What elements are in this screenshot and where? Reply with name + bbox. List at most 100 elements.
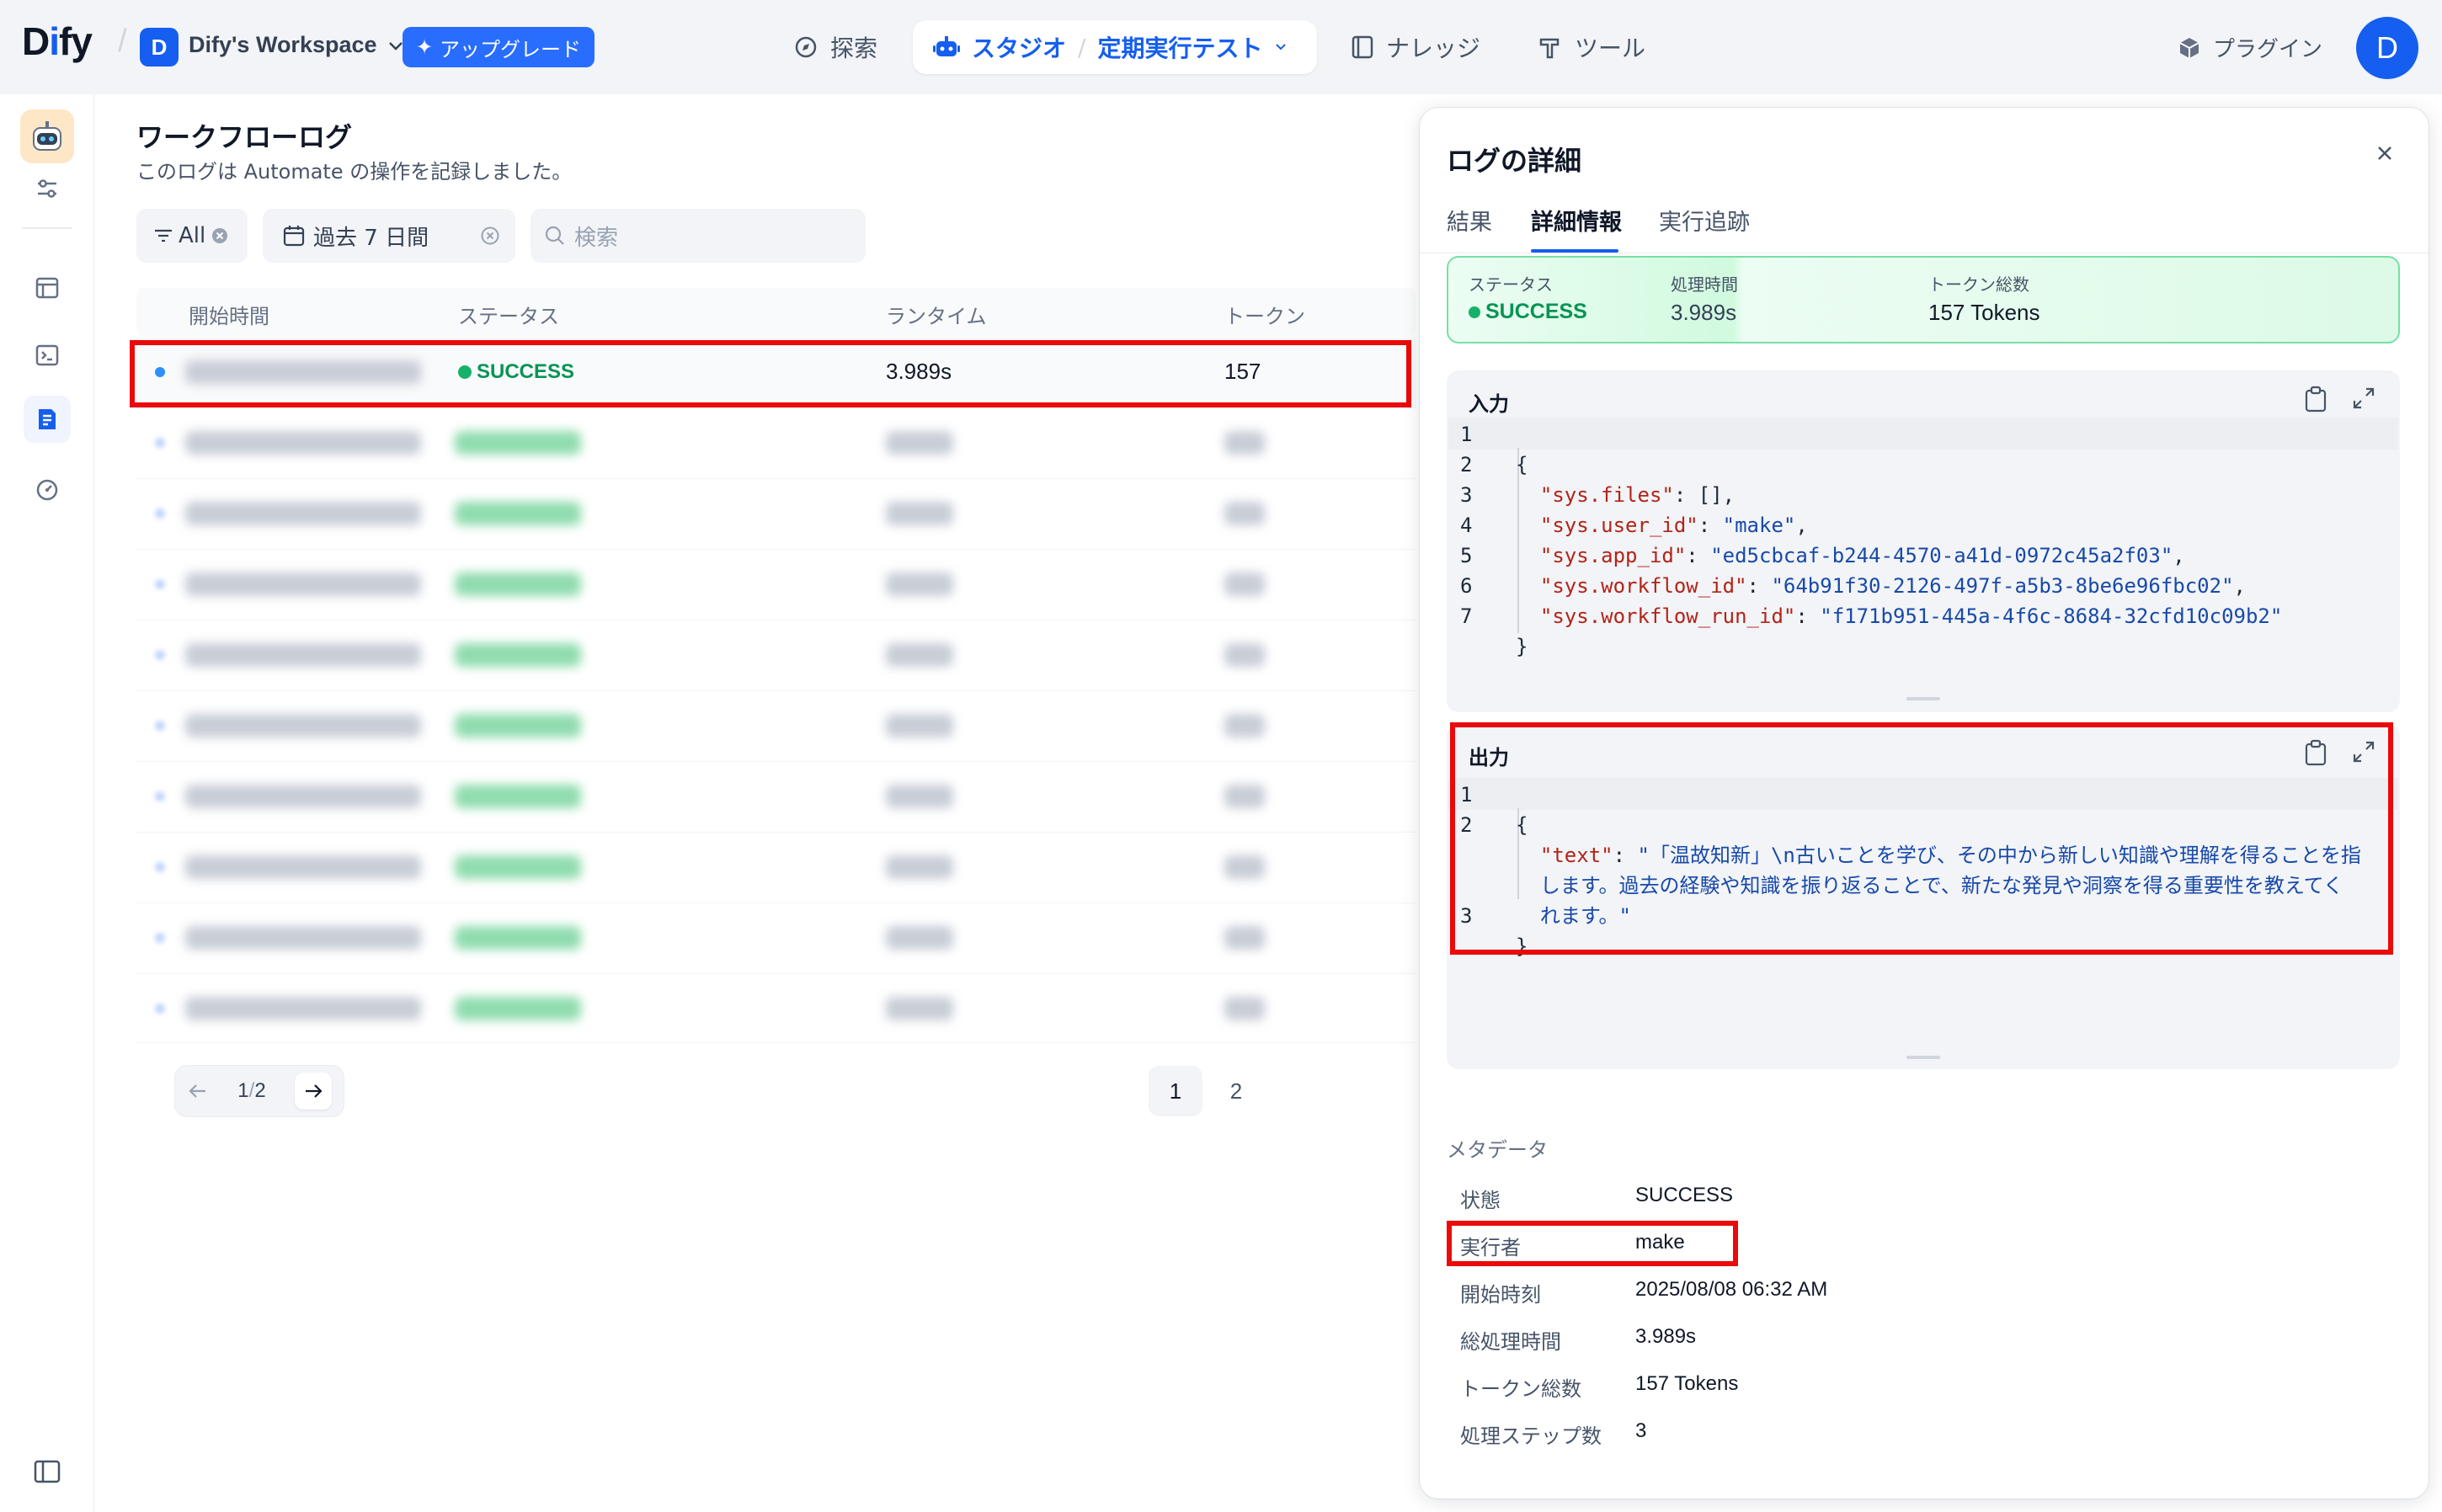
nav-studio[interactable]: スタジオ / 定期実行テスト (913, 20, 1317, 74)
workspace-avatar[interactable]: D (140, 28, 179, 67)
table-row[interactable] (185, 502, 421, 525)
search-icon (544, 225, 566, 247)
resize-handle[interactable] (1906, 1056, 1940, 1059)
row-dot (155, 650, 165, 660)
tokens-cell (1224, 997, 1265, 1020)
cube-icon (2178, 36, 2201, 60)
tokens-label: トークン総数 (1928, 274, 2029, 295)
meta-key-status: 状態 (1460, 1189, 1501, 1212)
tokens-cell (1224, 502, 1265, 525)
page-indicator: 1/2 (237, 1079, 266, 1102)
table-row[interactable] (185, 855, 421, 879)
workspace-name: Dify's Workspace (189, 32, 377, 57)
status-label: ステータス (1469, 274, 1553, 295)
run-summary-card (1447, 256, 2400, 343)
upgrade-label: アップグレード (440, 37, 582, 61)
expand-icon[interactable] (2351, 386, 2376, 411)
status-badge (455, 431, 581, 455)
clear-icon[interactable] (211, 226, 229, 245)
sidebar-toggle-icon[interactable] (24, 1448, 71, 1495)
tokens-cell (1224, 572, 1265, 596)
tokens-cell (1224, 926, 1265, 950)
sparkle-icon: ✦ (415, 35, 434, 59)
table-row[interactable] (185, 926, 421, 950)
row-dot (155, 438, 165, 448)
runtime-cell (886, 926, 953, 950)
app-icon[interactable] (20, 109, 74, 163)
resize-handle[interactable] (1906, 697, 1940, 700)
row-dot (155, 579, 165, 589)
summary-status: SUCCESS (1469, 300, 1587, 324)
row-divider (136, 690, 1416, 691)
row-divider (136, 1042, 1416, 1043)
row-divider (136, 549, 1416, 550)
tab-detail[interactable]: 詳細情報 (1531, 204, 1622, 237)
meta-key-total-time: 総処理時間 (1460, 1330, 1561, 1354)
input-line-numbers: 1 2 3 4 5 6 7 (1460, 423, 1473, 628)
row-divider (136, 832, 1416, 833)
calendar-icon (283, 225, 305, 247)
settings-sliders-icon[interactable] (24, 165, 71, 212)
nav-explore[interactable]: 探索 (793, 30, 877, 64)
page-button-2[interactable]: 2 (1209, 1066, 1263, 1116)
meta-key-start-time: 開始時刻 (1460, 1283, 1541, 1307)
meta-value-total-time: 3.989s (1635, 1325, 1697, 1348)
row-dot (155, 508, 165, 519)
table-row[interactable] (185, 785, 421, 808)
nav-tools[interactable]: ツール (1538, 30, 1645, 64)
status-badge (455, 855, 581, 879)
chevron-down-icon (1274, 42, 1288, 52)
clear-icon[interactable] (480, 226, 500, 246)
api-terminal-icon[interactable] (24, 332, 71, 379)
dify-logo[interactable]: Dify (22, 19, 93, 64)
prev-page-arrow-icon[interactable] (187, 1082, 209, 1100)
status-badge (455, 502, 581, 525)
book-icon (1351, 35, 1374, 60)
table-row[interactable] (185, 997, 421, 1020)
breadcrumb-separator: / (118, 24, 127, 59)
search-input[interactable]: 検索 (531, 209, 866, 263)
app-name[interactable]: 定期実行テスト (1097, 30, 1262, 64)
runtime-cell (886, 643, 953, 667)
table-row[interactable] (185, 714, 421, 737)
user-avatar[interactable]: D (2356, 17, 2418, 79)
next-page-arrow-icon[interactable] (294, 1073, 332, 1110)
nav-plugins[interactable]: プラグイン (2178, 32, 2322, 63)
row-divider (136, 761, 1416, 762)
row-dot (155, 933, 165, 943)
runtime-cell (886, 572, 953, 596)
period-filter[interactable]: 過去 7 日間 (263, 209, 515, 263)
tab-trace[interactable]: 実行追跡 (1659, 204, 1750, 237)
page-button-1[interactable]: 1 (1149, 1066, 1202, 1116)
time-label: 処理時間 (1671, 274, 1738, 295)
upgrade-button[interactable]: ✦ アップグレード (403, 27, 595, 67)
nav-plugins-label: プラグイン (2213, 37, 2323, 62)
meta-value-tokens: 157 Tokens (1635, 1372, 1739, 1395)
status-badge (455, 643, 581, 667)
row-dot (155, 1004, 165, 1014)
logs-icon[interactable] (24, 396, 71, 443)
tab-result[interactable]: 結果 (1447, 204, 1492, 237)
top-bar: Dify / D Dify's Workspace ✦ アップグレード 探索 ス… (0, 0, 2442, 94)
copy-icon[interactable] (2304, 386, 2327, 413)
status-badge (455, 785, 581, 808)
runtime-cell (886, 855, 953, 879)
nav-knowledge[interactable]: ナレッジ (1351, 30, 1480, 64)
close-icon[interactable] (2373, 141, 2397, 165)
status-filter[interactable]: All (136, 209, 248, 263)
summary-status-value: SUCCESS (1485, 300, 1587, 323)
runtime-cell (886, 431, 953, 455)
metadata-heading: メタデータ (1447, 1138, 1548, 1162)
tokens-value: 157 Tokens (1928, 300, 2040, 325)
orchestrate-icon[interactable] (24, 264, 71, 311)
row-divider (136, 973, 1416, 974)
table-row[interactable] (185, 643, 421, 667)
workspace-switcher[interactable]: Dify's Workspace (189, 32, 403, 58)
nav-tools-label: ツール (1575, 35, 1646, 62)
monitoring-gauge-icon[interactable] (24, 466, 71, 514)
rail-divider (22, 227, 72, 229)
robot-icon (33, 121, 61, 151)
table-row[interactable] (185, 431, 421, 455)
panel-title: ログの詳細 (1447, 145, 1582, 177)
table-row[interactable] (185, 572, 421, 596)
